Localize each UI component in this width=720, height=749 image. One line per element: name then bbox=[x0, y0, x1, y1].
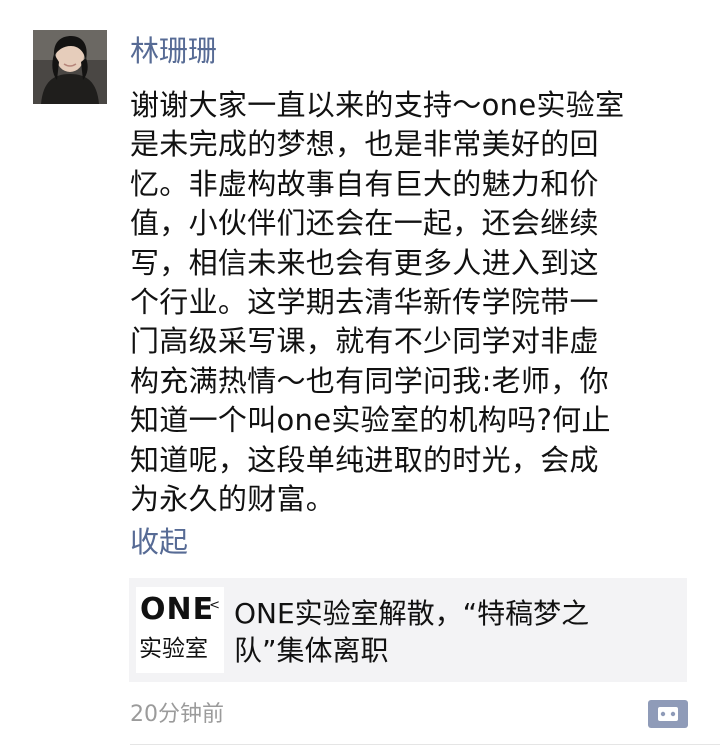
divider bbox=[130, 744, 720, 745]
logo-one-text: ONE bbox=[140, 592, 215, 627]
post-text: 谢谢大家一直以来的支持～one实验室 是未完成的梦想，也是非常美好的回 忆。非虚… bbox=[130, 88, 625, 517]
collapse-link[interactable]: 收起 bbox=[130, 522, 188, 562]
article-thumbnail: ONE < 实验室 bbox=[136, 587, 224, 673]
author-name[interactable]: 林珊珊 bbox=[130, 31, 217, 71]
comment-dots-icon bbox=[648, 700, 688, 728]
avatar-photo bbox=[33, 30, 107, 104]
logo-lab-text: 实验室 bbox=[139, 636, 208, 662]
moments-post: 林珊珊 谢谢大家一直以来的支持～one实验室 是未完成的梦想，也是非常美好的回 … bbox=[0, 0, 720, 749]
logo-mark-icon: < bbox=[209, 598, 220, 613]
avatar[interactable] bbox=[33, 30, 107, 104]
post-timestamp: 20分钟前 bbox=[130, 702, 224, 727]
article-title: ONE实验室解散，“特稿梦之 队”集体离职 bbox=[234, 597, 590, 667]
comment-button[interactable] bbox=[648, 700, 688, 728]
shared-article-card[interactable]: ONE < 实验室 ONE实验室解散，“特稿梦之 队”集体离职 bbox=[129, 578, 687, 682]
